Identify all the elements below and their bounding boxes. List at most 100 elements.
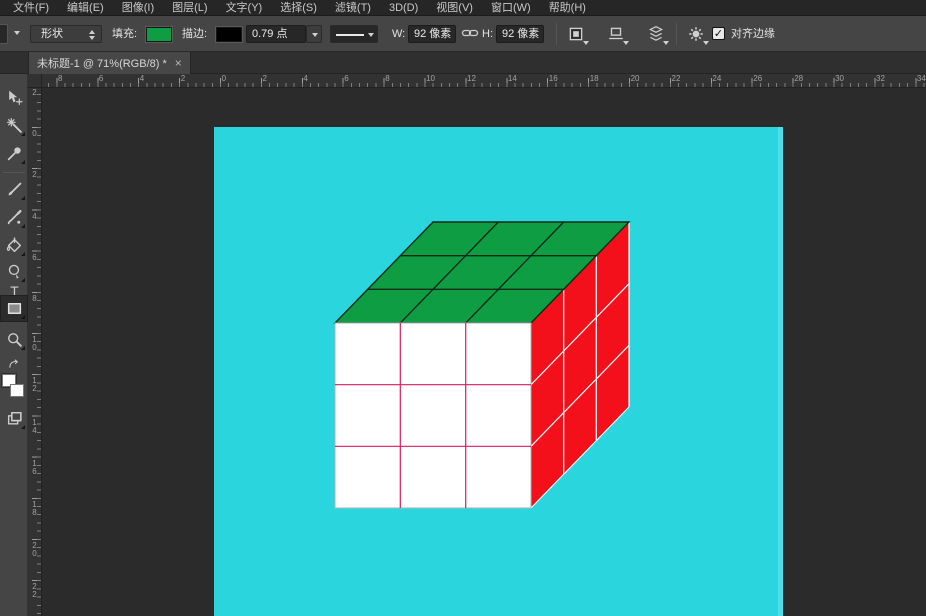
menu-item-filter[interactable]: 滤镜(T) <box>326 0 380 16</box>
h-ruler-label: 12 <box>467 75 476 83</box>
h-ruler-label: 4 <box>140 75 144 83</box>
canvas-workspace[interactable] <box>42 88 926 616</box>
document-tab-title: 未标题-1 @ 71%(RGB/8) * <box>37 55 167 71</box>
v-ruler-label: 0 <box>28 130 41 138</box>
tool-mode-dropdown[interactable]: 形状 <box>30 25 102 43</box>
menu-item-select[interactable]: 选择(S) <box>271 0 326 16</box>
menu-item-view[interactable]: 视图(V) <box>427 0 482 16</box>
h-ruler-label: 26 <box>753 75 762 83</box>
h-ruler-label: 14 <box>508 75 517 83</box>
v-ruler-label: 8 <box>28 295 41 303</box>
stroke-label: 描边: <box>182 27 207 41</box>
v-ruler-label: 12 <box>28 377 41 393</box>
shape-width-field[interactable]: 92 像素 <box>408 25 456 43</box>
h-ruler-label: 34 <box>917 75 926 83</box>
horizontal-ruler[interactable]: 86420246810121416182022242628303234 <box>42 74 926 88</box>
fill-label: 填充: <box>112 27 137 41</box>
h-ruler-label: 2 <box>263 75 267 83</box>
align-edges-checkbox[interactable]: ✓ <box>712 27 725 40</box>
align-edges-label: 对齐边缘 <box>731 27 775 41</box>
path-arrangement-button[interactable] <box>646 24 668 44</box>
v-ruler-label: 2 <box>28 89 41 97</box>
vertical-ruler[interactable]: 20246810121416182022 <box>28 88 42 616</box>
h-ruler-label: 28 <box>794 75 803 83</box>
swap-colors-icon[interactable] <box>0 355 28 373</box>
h-ruler-label: 18 <box>590 75 599 83</box>
photoshop-window: 文件(F)编辑(E)图像(I)图层(L)文字(Y)选择(S)滤镜(T)3D(D)… <box>0 0 926 616</box>
v-ruler-label: 14 <box>28 419 41 435</box>
rubiks-cube-drawing <box>214 127 783 616</box>
mixer-brush-tool[interactable] <box>0 204 28 231</box>
stroke-style-line-icon <box>336 34 364 36</box>
brush-tool[interactable] <box>0 176 28 203</box>
menu-item-image[interactable]: 图像(I) <box>113 0 163 16</box>
stroke-width-dropdown[interactable] <box>306 25 322 43</box>
h-ruler-label: 6 <box>344 75 348 83</box>
menu-item-type[interactable]: 文字(Y) <box>217 0 272 16</box>
menu-item-help[interactable]: 帮助(H) <box>540 0 595 16</box>
h-ruler-label: 0 <box>222 75 226 83</box>
path-alignment-button[interactable] <box>606 24 628 44</box>
stroke-color-swatch[interactable] <box>216 27 242 42</box>
h-ruler-label: 4 <box>303 75 307 83</box>
menu-item-3d[interactable]: 3D(D) <box>380 0 427 16</box>
tool-options-bar: 形状 填充: 描边: 0.79 点 W: 92 像素 H: <box>0 16 926 52</box>
options-separator <box>676 23 677 45</box>
document-tab-bar: 未标题-1 @ 71%(RGB/8) * × <box>0 52 926 74</box>
menu-item-window[interactable]: 窗口(W) <box>482 0 540 16</box>
h-ruler-label: 22 <box>672 75 681 83</box>
v-ruler-label: 18 <box>28 501 41 517</box>
canvas-edge-highlight <box>778 127 783 616</box>
document-canvas[interactable] <box>214 127 783 616</box>
path-operations-button[interactable] <box>566 24 588 44</box>
magic-wand-tool[interactable] <box>0 112 28 139</box>
v-ruler-label: 6 <box>28 254 41 262</box>
stroke-style-dropdown[interactable] <box>330 25 378 43</box>
menu-item-layer[interactable]: 图层(L) <box>163 0 216 16</box>
screen-mode-icon[interactable] <box>0 405 28 432</box>
tool-preset-picker[interactable] <box>0 24 8 44</box>
h-ruler-label: 30 <box>835 75 844 83</box>
stroke-width-field[interactable]: 0.79 点 <box>246 25 306 43</box>
menu-item-file[interactable]: 文件(F) <box>4 0 58 16</box>
menu-bar: 文件(F)编辑(E)图像(I)图层(L)文字(Y)选择(S)滤镜(T)3D(D)… <box>0 0 926 16</box>
zoom-tool[interactable] <box>0 326 28 353</box>
h-ruler-label: 2 <box>181 75 185 83</box>
v-ruler-label: 20 <box>28 542 41 558</box>
dropdown-spinner-icon <box>89 30 95 40</box>
h-ruler-label: 20 <box>631 75 640 83</box>
rectangle-tool[interactable] <box>0 295 28 322</box>
move-tool[interactable] <box>0 84 28 111</box>
foreground-background-colors[interactable] <box>0 372 28 402</box>
h-ruler-label: 16 <box>549 75 558 83</box>
background-color-swatch[interactable] <box>10 384 24 397</box>
h-ruler-label: 24 <box>712 75 721 83</box>
h-ruler-label: 8 <box>58 75 62 83</box>
shape-width-label: W: <box>392 27 405 41</box>
tool-preset-caret-icon[interactable] <box>14 31 20 35</box>
tab-close-icon[interactable]: × <box>175 57 182 69</box>
v-ruler-label: 22 <box>28 583 41 599</box>
h-ruler-label: 6 <box>99 75 103 83</box>
cube-front-face <box>335 323 531 508</box>
shape-height-field[interactable]: 92 像素 <box>496 25 544 43</box>
toolbar-divider <box>3 172 25 173</box>
paint-bucket-tool[interactable] <box>0 232 28 259</box>
ruler-corner[interactable] <box>28 74 42 88</box>
gear-settings-button[interactable] <box>686 24 708 44</box>
eyedropper-tool[interactable] <box>0 140 28 167</box>
v-ruler-label: 4 <box>28 213 41 221</box>
h-ruler-label: 8 <box>385 75 389 83</box>
tool-mode-value: 形状 <box>41 27 63 42</box>
v-ruler-label: 16 <box>28 460 41 476</box>
h-ruler-label: 10 <box>426 75 435 83</box>
v-ruler-label: 2 <box>28 171 41 179</box>
options-separator <box>556 23 557 45</box>
h-ruler-label: 32 <box>876 75 885 83</box>
document-tab[interactable]: 未标题-1 @ 71%(RGB/8) * × <box>28 52 191 74</box>
link-dimensions-icon[interactable] <box>460 24 478 44</box>
v-ruler-label: 10 <box>28 336 41 352</box>
tools-panel: T <box>0 74 28 616</box>
menu-item-edit[interactable]: 编辑(E) <box>58 0 113 16</box>
fill-color-swatch[interactable] <box>146 27 172 42</box>
